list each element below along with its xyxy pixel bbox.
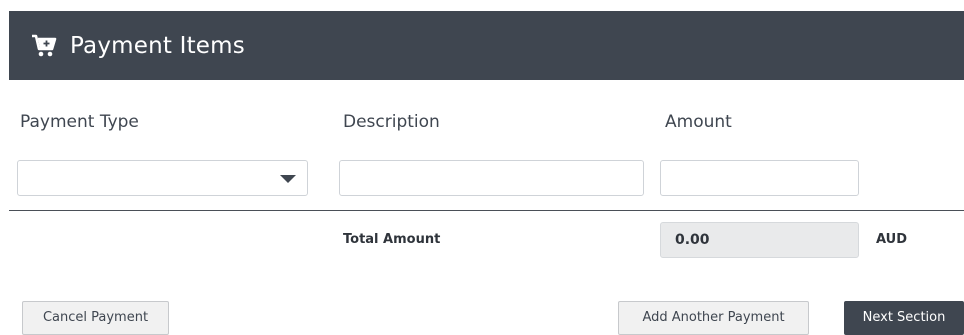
amount-input[interactable]: [660, 160, 859, 196]
section-header: Payment Items: [9, 11, 964, 80]
total-amount-value: 0.00: [660, 222, 859, 258]
payment-type-select[interactable]: [17, 160, 308, 196]
amount-label: Amount: [665, 112, 732, 132]
total-amount-label: Total Amount: [343, 232, 441, 247]
description-label: Description: [343, 112, 440, 132]
chevron-down-icon[interactable]: [280, 175, 296, 183]
description-input[interactable]: [339, 160, 644, 196]
cart-plus-icon: [31, 34, 57, 58]
section-title: Payment Items: [70, 32, 245, 59]
divider: [9, 210, 964, 211]
cancel-payment-button[interactable]: Cancel Payment: [22, 301, 169, 335]
payment-type-label: Payment Type: [20, 112, 139, 132]
add-another-payment-button[interactable]: Add Another Payment: [618, 301, 809, 335]
currency-label: AUD: [876, 232, 908, 247]
next-section-button[interactable]: Next Section: [844, 301, 964, 335]
